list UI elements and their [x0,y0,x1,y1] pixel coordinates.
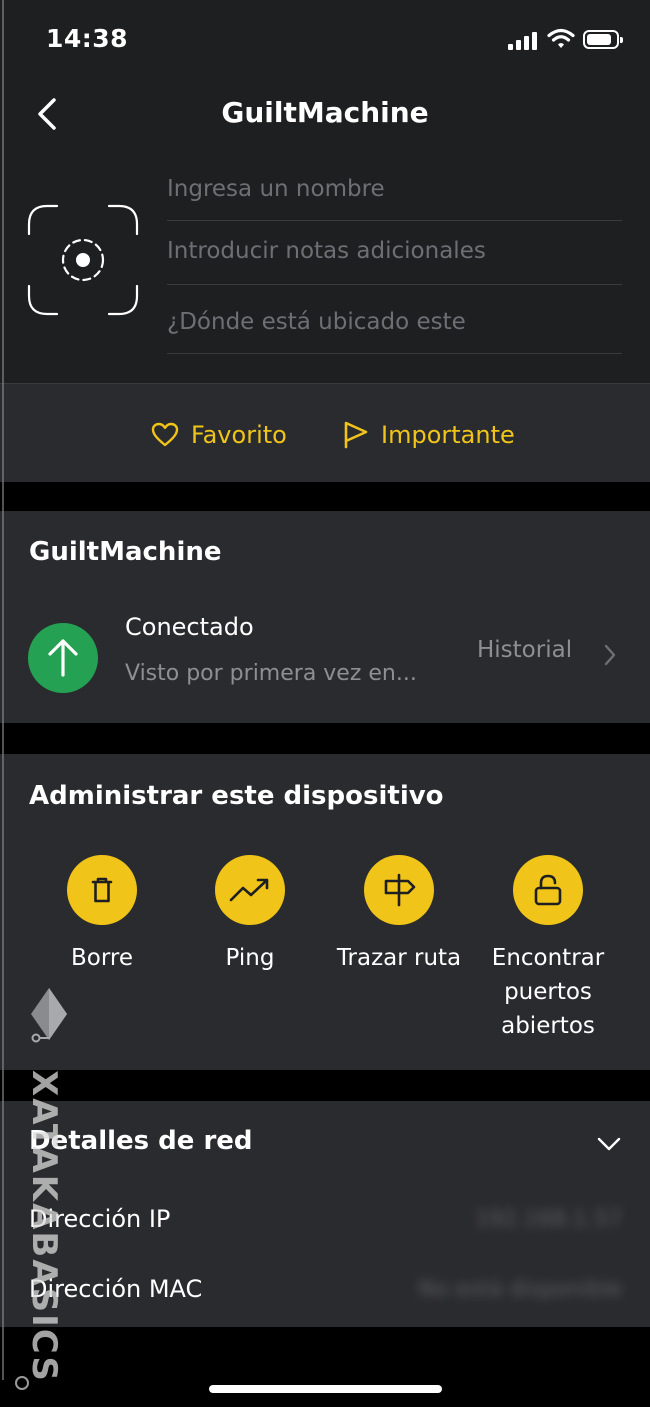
device-status-card: GuiltMachine Conectado Visto por primera… [0,511,650,723]
wifi-icon [547,28,575,48]
mac-address-value: No está disponible [418,1277,622,1302]
action-label: Encontrar puertos abiertos [491,945,605,1039]
action-label: Trazar ruta [336,945,462,971]
heart-icon [151,422,179,447]
trend-up-icon [229,878,269,902]
flag-icon [344,421,368,449]
location-input[interactable] [167,309,622,335]
device-name: GuiltMachine [29,537,222,567]
page-title: GuiltMachine [221,96,429,129]
trash-icon [91,877,113,903]
ip-address-value: 192.168.1.57 [475,1207,622,1232]
important-button[interactable]: Importante [343,418,515,452]
traceroute-action[interactable]: Trazar ruta [324,855,474,975]
status-bar: 14:38 [0,0,650,80]
device-header: GuiltMachine [0,80,650,383]
status-time: 14:38 [46,24,129,53]
screen: 14:38 GuiltMachine Ingresa un nombre Int… [0,0,650,1407]
xataka-logo-icon [31,988,67,1043]
cellular-signal-icon [508,32,538,50]
favorite-button[interactable]: Favorito [151,418,287,452]
history-link[interactable]: Historial [477,637,572,663]
favorite-important-row: Favorito Importante [0,383,650,482]
watermark-text: XATAKABASICS [24,1070,64,1383]
arrow-up-icon [48,639,78,677]
status-indicator [28,623,98,693]
signpost-icon [384,873,416,907]
name-input[interactable] [167,176,622,202]
name-field[interactable] [167,176,622,221]
manage-title: Administrar este dispositivo [29,781,444,811]
important-label: Importante [381,421,515,449]
first-seen-text: Visto por primera vez en... [125,661,417,686]
open-ports-action[interactable]: Encontrar puertos abiertos [473,855,623,1043]
delete-action[interactable]: Borre [27,855,177,975]
chevron-down-icon[interactable] [597,1137,621,1151]
manage-device-card: Administrar este dispositivo Borre Ping [0,754,650,1070]
left-edge-line [2,0,4,1380]
notes-input[interactable] [167,238,622,264]
battery-icon [583,30,623,49]
camera-focus-icon[interactable] [27,204,139,316]
notes-field[interactable] [167,238,622,285]
action-label: Ping [225,945,275,971]
lock-open-icon [534,874,562,906]
ping-action[interactable]: Ping [175,855,325,975]
chevron-right-icon [604,644,616,666]
connection-status: Conectado [125,613,254,641]
location-field[interactable] [167,309,622,354]
home-indicator[interactable] [209,1385,442,1393]
action-label: Borre [70,945,133,971]
network-details-card: Detalles de red Dirección IP 192.168.1.5… [0,1101,650,1327]
favorite-label: Favorito [191,421,287,449]
